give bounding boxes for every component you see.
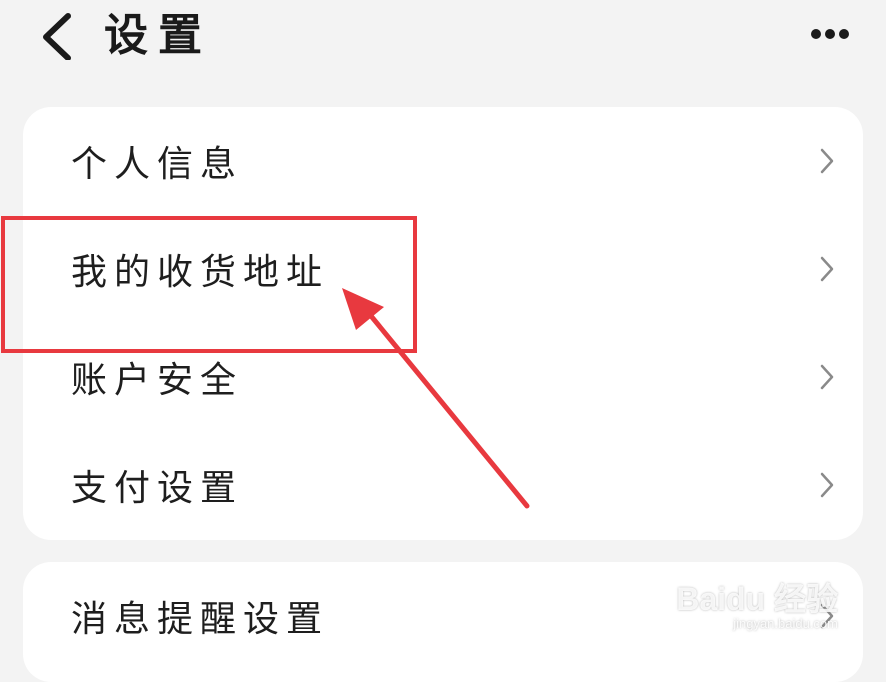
top-bar: 设置 <box>0 0 886 80</box>
chevron-right-icon <box>820 256 834 282</box>
settings-group-account: 个人信息 我的收货地址 账户安全 支付设置 <box>23 107 863 540</box>
settings-item-personal-info[interactable]: 个人信息 <box>23 107 863 215</box>
back-button[interactable] <box>36 10 80 61</box>
settings-item-label: 消息提醒设置 <box>71 599 330 640</box>
chevron-right-icon <box>820 603 834 629</box>
settings-item-account-security[interactable]: 账户安全 <box>23 323 863 431</box>
chevron-left-icon <box>43 13 71 61</box>
settings-item-label: 支付设置 <box>71 468 244 509</box>
settings-group-notifications: 消息提醒设置 <box>23 562 863 682</box>
settings-item-label: 个人信息 <box>71 144 244 185</box>
settings-item-payment-settings[interactable]: 支付设置 <box>23 431 863 539</box>
page-title: 设置 <box>104 10 212 61</box>
settings-item-label: 账户安全 <box>71 360 244 401</box>
chevron-right-icon <box>820 148 834 174</box>
settings-item-shipping-address[interactable]: 我的收货地址 <box>23 215 863 323</box>
more-button[interactable] <box>806 22 854 46</box>
settings-item-notification-settings[interactable]: 消息提醒设置 <box>23 562 863 670</box>
chevron-right-icon <box>820 472 834 498</box>
settings-item-label: 我的收货地址 <box>71 252 330 293</box>
chevron-right-icon <box>820 364 834 390</box>
more-horizontal-icon <box>811 29 849 39</box>
